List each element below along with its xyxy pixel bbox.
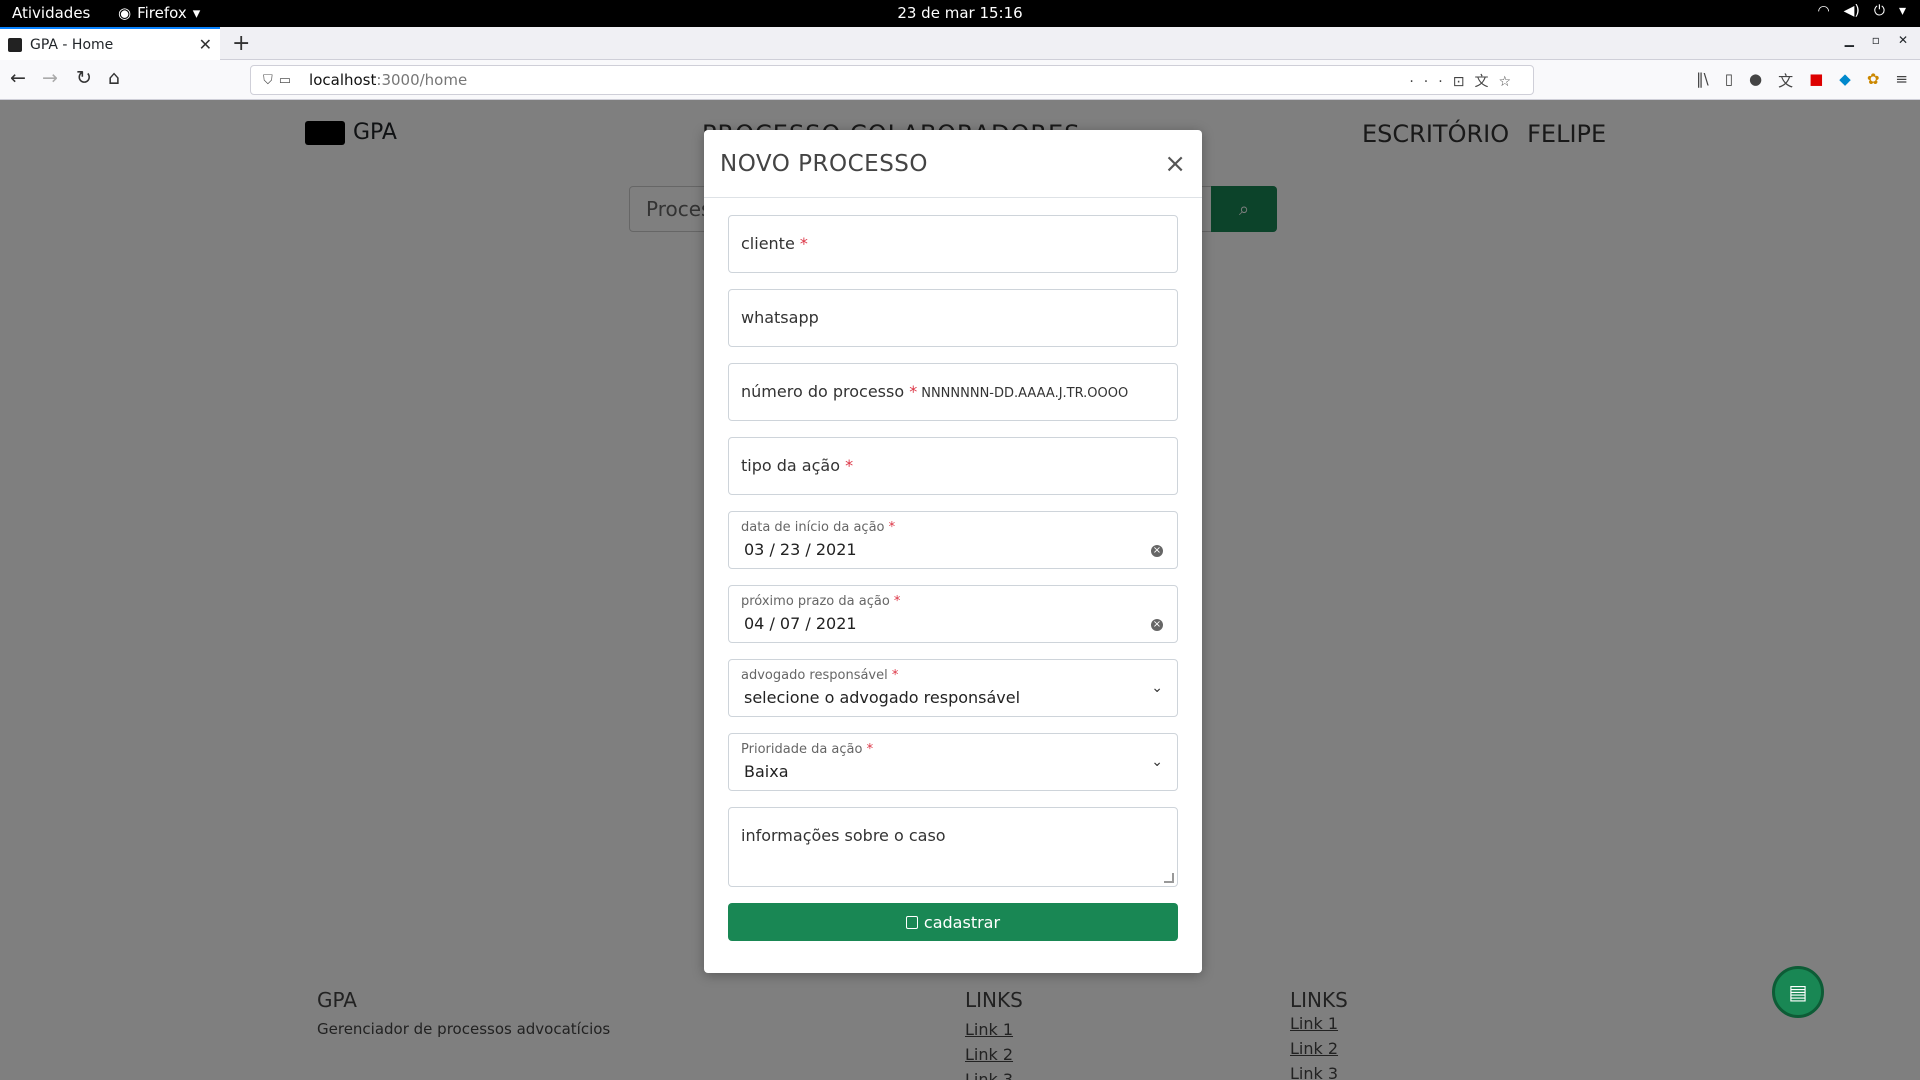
clear-icon[interactable]: × xyxy=(1151,545,1163,557)
chevron-down-icon: ⌄ xyxy=(1151,680,1163,696)
whatsapp-input[interactable]: whatsapp xyxy=(728,289,1178,347)
floating-action-button[interactable]: ▤ xyxy=(1772,966,1824,1018)
new-process-modal: NOVO PROCESSO × cliente * whatsapp númer… xyxy=(704,130,1202,973)
chevron-down-icon: ⌄ xyxy=(1151,754,1163,770)
document-icon: ▤ xyxy=(1788,980,1808,1004)
field-label: próximo prazo da ação * xyxy=(741,594,901,609)
select-value: selecione o advogado responsável xyxy=(744,688,1021,707)
field-label: cliente * xyxy=(741,234,808,253)
data-inicio-input[interactable]: data de início da ação * 03 / 23 / 2021 … xyxy=(728,511,1178,569)
clear-icon[interactable]: × xyxy=(1151,619,1163,631)
modal-header: NOVO PROCESSO × xyxy=(704,130,1202,198)
field-label: tipo da ação * xyxy=(741,456,854,475)
save-icon xyxy=(905,915,918,929)
format-hint: NNNNNNN-DD.AAAA.J.TR.OOOO xyxy=(921,386,1129,401)
cliente-input[interactable]: cliente * xyxy=(728,215,1178,273)
field-label: Prioridade da ação * xyxy=(741,742,874,757)
proximo-prazo-input[interactable]: próximo prazo da ação * 04 / 07 / 2021 × xyxy=(728,585,1178,643)
cadastrar-button[interactable]: cadastrar xyxy=(728,903,1178,941)
select-value: Baixa xyxy=(744,762,789,781)
tipo-acao-input[interactable]: tipo da ação * xyxy=(728,437,1178,495)
field-label: data de início da ação * xyxy=(741,520,896,535)
field-label: informações sobre o caso xyxy=(741,826,946,845)
field-label: advogado responsável * xyxy=(741,668,899,683)
prioridade-select[interactable]: Prioridade da ação * Baixa ⌄ xyxy=(728,733,1178,791)
close-icon[interactable]: × xyxy=(1164,151,1186,177)
numero-processo-input[interactable]: número do processo * NNNNNNN-DD.AAAA.J.TR… xyxy=(728,363,1178,421)
button-label: cadastrar xyxy=(923,912,1001,932)
resize-handle-icon[interactable] xyxy=(1164,873,1174,883)
date-value: 04 / 07 / 2021 xyxy=(744,614,857,633)
advogado-select[interactable]: advogado responsável * selecione o advog… xyxy=(728,659,1178,717)
field-label: número do processo * NNNNNNN-DD.AAAA.J.TR… xyxy=(741,382,1129,401)
modal-title: NOVO PROCESSO xyxy=(720,150,928,177)
informacoes-textarea[interactable]: informações sobre o caso xyxy=(728,807,1178,887)
field-label: whatsapp xyxy=(741,308,819,327)
date-value: 03 / 23 / 2021 xyxy=(744,540,857,559)
